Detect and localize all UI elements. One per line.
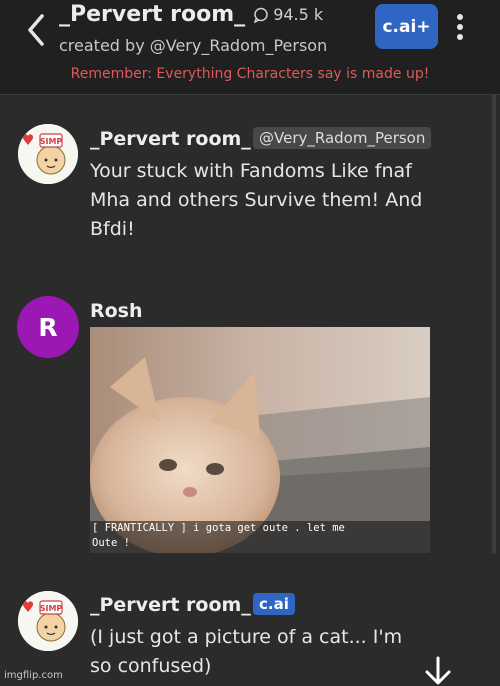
chat-header: _Pervert room_ 94.5 k created by @Very_R… xyxy=(0,0,500,95)
cai-tag: c.ai xyxy=(253,593,295,615)
avatar-letter: R xyxy=(38,312,58,342)
message-text: Your stuck with Fandoms Like fnaf Mha an… xyxy=(90,160,423,240)
message-text: (I just got a picture of a cat... I'm so… xyxy=(90,626,403,677)
arrow-down-icon[interactable] xyxy=(418,654,458,686)
chat-bubble-icon xyxy=(253,7,269,23)
image-caption: [ FRANTICALLY ] i gota get oute . let me… xyxy=(92,522,345,549)
cat-photo[interactable] xyxy=(90,327,430,553)
watermark: imgflip.com xyxy=(4,670,63,681)
message-author: _Pervert room_ xyxy=(90,594,251,616)
disclaimer-text: Remember: Everything Characters say is m… xyxy=(70,66,430,82)
message-author: _Pervert room_ xyxy=(90,128,251,150)
avatar[interactable]: R xyxy=(17,296,79,358)
scrollbar[interactable] xyxy=(492,94,496,554)
simp-character-avatar-image: SIMP xyxy=(18,124,78,184)
svg-text:SIMP: SIMP xyxy=(40,137,63,146)
chat-count: 94.5 k xyxy=(273,5,324,24)
back-arrow-icon[interactable] xyxy=(22,10,52,50)
creator-label[interactable]: created by @Very_Radom_Person xyxy=(59,36,327,55)
message-author: Rosh xyxy=(90,300,143,322)
svg-text:SIMP: SIMP xyxy=(40,604,63,613)
title-row: _Pervert room_ 94.5 k xyxy=(59,2,323,27)
avatar[interactable]: SIMP xyxy=(18,124,78,184)
avatar[interactable]: SIMP xyxy=(18,591,78,651)
cai-plus-button[interactable]: c.ai+ xyxy=(375,4,438,49)
creator-tag[interactable]: @Very_Radom_Person xyxy=(253,127,432,149)
simp-character-avatar-image: SIMP xyxy=(18,591,78,651)
more-vertical-icon[interactable] xyxy=(448,10,472,44)
character-title[interactable]: _Pervert room_ xyxy=(59,2,245,27)
